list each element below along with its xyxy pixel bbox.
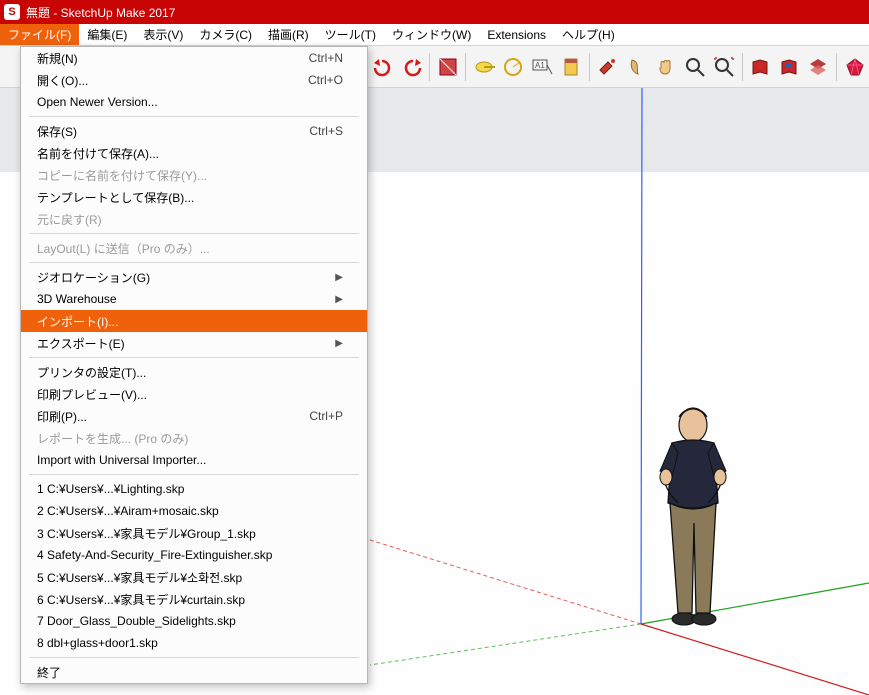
menu-item-32[interactable]: 終了	[21, 661, 367, 683]
submenu-arrow-icon: ▶	[335, 338, 343, 349]
structure-icon[interactable]	[558, 53, 585, 81]
menu-item-7[interactable]: テンプレートとして保存(B)...	[21, 186, 367, 208]
zoom-icon[interactable]	[681, 53, 708, 81]
menu-item-label: 3D Warehouse	[37, 292, 117, 306]
scale-figure	[648, 403, 758, 633]
book-red-icon[interactable]	[747, 53, 774, 81]
menu-item-label: 元に戻す(R)	[37, 211, 102, 228]
menu-item-13[interactable]: 3D Warehouse ▶	[21, 288, 367, 310]
submenu-arrow-icon: ▶	[335, 272, 343, 283]
menu-item-18[interactable]: 印刷プレビュー(V)...	[21, 383, 367, 405]
title-bar: S 無題 - SketchUp Make 2017	[0, 0, 869, 24]
menu-item-29[interactable]: 7 Door_Glass_Double_Sidelights.skp	[21, 610, 367, 632]
menu-extensions[interactable]: Extensions	[479, 26, 554, 44]
menu-item-shortcut: Ctrl+N	[309, 51, 343, 65]
menu-item-5[interactable]: 名前を付けて保存(A)...	[21, 142, 367, 164]
file-menu-dropdown: 新規(N) Ctrl+N 開く(O)... Ctrl+O Open Newer Vers…	[20, 46, 368, 684]
menu-item-label: 3 C:¥Users¥...¥家具モデル¥Group_1.skp	[37, 525, 256, 542]
menu-item-label: エクスポート(E)	[37, 335, 125, 352]
menu-item-12[interactable]: ジオロケーション(G) ▶	[21, 266, 367, 288]
menu-item-6: コピーに名前を付けて保存(Y)...	[21, 164, 367, 186]
menu-separator	[29, 474, 359, 475]
menu-item-label: 保存(S)	[37, 123, 77, 140]
menu-item-label: 2 C:¥Users¥...¥Airam+mosaic.skp	[37, 504, 219, 518]
menu-item-shortcut: Ctrl+P	[309, 409, 343, 423]
menu-item-label: 7 Door_Glass_Double_Sidelights.skp	[37, 614, 236, 628]
menu-item-2[interactable]: Open Newer Version...	[21, 91, 367, 113]
menu-separator	[29, 233, 359, 234]
text-icon[interactable]: A1	[529, 53, 556, 81]
menu-item-label: レポートを生成... (Pro のみ)	[37, 430, 188, 447]
menu-item-24[interactable]: 2 C:¥Users¥...¥Airam+mosaic.skp	[21, 500, 367, 522]
menu-item-label: コピーに名前を付けて保存(Y)...	[37, 167, 207, 184]
tape-icon[interactable]	[470, 53, 497, 81]
menu-item-label: 4 Safety-And-Security_Fire-Extinguisher.…	[37, 548, 272, 562]
menu-separator	[29, 262, 359, 263]
menu-help[interactable]: ヘルプ(H)	[554, 24, 623, 45]
menu-draw[interactable]: 描画(R)	[260, 24, 317, 45]
menu-item-17[interactable]: プリンタの設定(T)...	[21, 361, 367, 383]
hand-icon[interactable]	[652, 53, 679, 81]
menu-view[interactable]: 表示(V)	[135, 24, 191, 45]
menu-item-label: 新規(N)	[37, 50, 78, 67]
protractor-icon[interactable]	[500, 53, 527, 81]
menu-item-label: 5 C:¥Users¥...¥家具モデル¥소화전.skp	[37, 569, 242, 586]
menu-item-20: レポートを生成... (Pro のみ)	[21, 427, 367, 449]
ruby-icon[interactable]	[841, 53, 868, 81]
paint-icon[interactable]	[594, 53, 621, 81]
menu-edit[interactable]: 編集(E)	[79, 24, 135, 45]
menu-item-23[interactable]: 1 C:¥Users¥...¥Lighting.skp	[21, 478, 367, 500]
menu-item-10: LayOut(L) に送信（Pro のみ）...	[21, 237, 367, 259]
menu-item-label: Import with Universal Importer...	[37, 453, 206, 467]
menu-item-8: 元に戻す(R)	[21, 208, 367, 230]
menu-item-0[interactable]: 新規(N) Ctrl+N	[21, 47, 367, 69]
menu-item-label: ジオロケーション(G)	[37, 269, 150, 286]
menu-window[interactable]: ウィンドウ(W)	[384, 24, 479, 45]
menu-item-label: 名前を付けて保存(A)...	[37, 145, 159, 162]
menu-item-label: 8 dbl+glass+door1.skp	[37, 636, 158, 650]
menu-separator	[29, 657, 359, 658]
menu-item-15[interactable]: エクスポート(E) ▶	[21, 332, 367, 354]
menu-item-26[interactable]: 4 Safety-And-Security_Fire-Extinguisher.…	[21, 544, 367, 566]
menu-item-label: LayOut(L) に送信（Pro のみ）...	[37, 240, 210, 257]
svg-text:A1: A1	[535, 61, 545, 70]
menu-item-1[interactable]: 開く(O)... Ctrl+O	[21, 69, 367, 91]
menu-camera[interactable]: カメラ(C)	[191, 24, 260, 45]
menu-item-label: テンプレートとして保存(B)...	[37, 189, 194, 206]
menu-item-28[interactable]: 6 C:¥Users¥...¥家具モデル¥curtain.skp	[21, 588, 367, 610]
menu-item-label: 1 C:¥Users¥...¥Lighting.skp	[37, 482, 184, 496]
menu-item-21[interactable]: Import with Universal Importer...	[21, 449, 367, 471]
menu-file[interactable]: ファイル(F)	[0, 24, 79, 45]
menu-item-label: 印刷(P)...	[37, 408, 87, 425]
menu-item-label: 開く(O)...	[37, 72, 88, 89]
book-blue-icon[interactable]	[776, 53, 803, 81]
menu-separator	[29, 116, 359, 117]
shadow-toggle-icon[interactable]	[434, 53, 461, 81]
menu-item-shortcut: Ctrl+S	[309, 124, 343, 138]
menu-item-14[interactable]: インポート(I)...	[21, 310, 367, 332]
undo-icon[interactable]	[369, 53, 396, 81]
menu-item-19[interactable]: 印刷(P)... Ctrl+P	[21, 405, 367, 427]
menu-item-27[interactable]: 5 C:¥Users¥...¥家具モデル¥소화전.skp	[21, 566, 367, 588]
menu-bar: ファイル(F) 編集(E) 表示(V) カメラ(C) 描画(R) ツール(T) …	[0, 24, 869, 46]
redo-icon[interactable]	[398, 53, 425, 81]
submenu-arrow-icon: ▶	[335, 294, 343, 305]
menu-item-label: Open Newer Version...	[37, 95, 158, 109]
menu-item-shortcut: Ctrl+O	[308, 73, 343, 87]
menu-item-label: インポート(I)...	[37, 313, 118, 330]
menu-item-label: プリンタの設定(T)...	[37, 364, 146, 381]
menu-item-label: 6 C:¥Users¥...¥家具モデル¥curtain.skp	[37, 591, 245, 608]
menu-item-4[interactable]: 保存(S) Ctrl+S	[21, 120, 367, 142]
layers-icon[interactable]	[805, 53, 832, 81]
menu-item-30[interactable]: 8 dbl+glass+door1.skp	[21, 632, 367, 654]
menu-separator	[29, 357, 359, 358]
menu-item-label: 終了	[37, 664, 61, 681]
zoom-extents-icon[interactable]	[710, 53, 737, 81]
menu-tools[interactable]: ツール(T)	[317, 24, 384, 45]
window-title: 無題 - SketchUp Make 2017	[26, 4, 175, 21]
menu-item-label: 印刷プレビュー(V)...	[37, 386, 147, 403]
outliner-icon[interactable]	[623, 53, 650, 81]
app-icon: S	[4, 4, 20, 20]
menu-item-25[interactable]: 3 C:¥Users¥...¥家具モデル¥Group_1.skp	[21, 522, 367, 544]
